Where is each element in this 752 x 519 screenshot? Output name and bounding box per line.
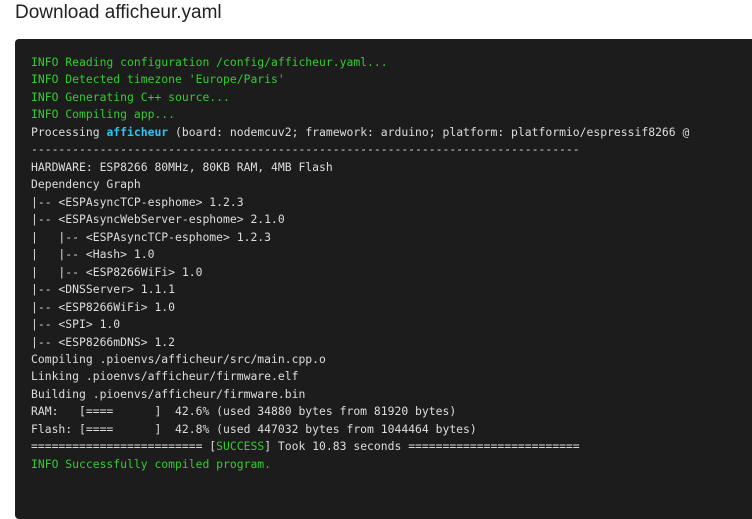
log-text: Building .pioenvs/afficheur/firmware.bin <box>31 386 306 401</box>
log-text: | |-- <ESPAsyncTCP-esphome> 1.2.3 <box>31 229 272 244</box>
log-text: |-- <SPI> 1.0 <box>31 317 121 332</box>
log-line: Building .pioenvs/afficheur/firmware.bin <box>31 386 689 403</box>
log-line: |-- <ESP8266mDNS> 1.2 <box>31 334 689 351</box>
log-line: INFO Compiling app... <box>31 106 689 123</box>
log-text: Compiling .pioenvs/afficheur/src/main.cp… <box>31 351 326 366</box>
log-text: Dependency Graph <box>31 177 141 192</box>
log-line: Processing afficheur (board: nodemcuv2; … <box>31 124 689 141</box>
log-line: INFO Successfully compiled program. <box>31 456 689 473</box>
log-text: |-- <DNSServer> 1.1.1 <box>31 282 176 297</box>
log-text: INFO Generating C++ source... <box>31 89 230 104</box>
log-line: |-- <ESPAsyncTCP-esphome> 1.2.3 <box>31 194 689 211</box>
log-line: INFO Generating C++ source... <box>31 89 689 106</box>
log-line: ----------------------------------------… <box>31 141 689 158</box>
compile-log: INFO Reading configuration /config/affic… <box>31 54 689 473</box>
dialog-title: Download afficheur.yaml <box>15 2 222 23</box>
log-text: INFO Compiling app... <box>31 107 176 122</box>
log-line: RAM: [==== ] 42.6% (used 34880 bytes fro… <box>31 403 689 420</box>
log-line: INFO Detected timezone 'Europe/Paris' <box>31 71 689 88</box>
log-text: |-- <ESP8266WiFi> 1.0 <box>31 299 176 314</box>
log-line: | |-- <ESPAsyncTCP-esphome> 1.2.3 <box>31 229 689 246</box>
log-line: |-- <ESP8266WiFi> 1.0 <box>31 299 689 316</box>
log-text: afficheur <box>106 124 169 139</box>
log-text: Processing <box>31 124 107 139</box>
log-text: ] Took 10.83 seconds ===================… <box>264 439 580 454</box>
log-text: (board: nodemcuv2; framework: arduino; p… <box>168 124 690 139</box>
log-text: ========================= [ <box>31 439 217 454</box>
log-line: Flash: [==== ] 42.8% (used 447032 bytes … <box>31 421 689 438</box>
log-line: INFO Reading configuration /config/affic… <box>31 54 689 71</box>
log-line: | |-- <ESP8266WiFi> 1.0 <box>31 264 689 281</box>
log-text: |-- <ESP8266mDNS> 1.2 <box>31 334 176 349</box>
log-text: INFO Reading configuration /config/affic… <box>31 55 388 69</box>
compile-log-panel[interactable]: INFO Reading configuration /config/affic… <box>15 39 752 519</box>
log-text: HARDWARE: ESP8266 80MHz, 80KB RAM, 4MB F… <box>31 159 333 174</box>
log-text: ----------------------------------------… <box>31 142 580 157</box>
log-line: Linking .pioenvs/afficheur/firmware.elf <box>31 368 689 385</box>
log-text: SUCCESS <box>216 439 265 454</box>
log-line: |-- <ESPAsyncWebServer-esphome> 2.1.0 <box>31 211 689 228</box>
log-text: INFO Successfully compiled program. <box>31 456 272 471</box>
log-line: |-- <SPI> 1.0 <box>31 316 689 333</box>
log-line: |-- <DNSServer> 1.1.1 <box>31 281 689 298</box>
log-text: Linking .pioenvs/afficheur/firmware.elf <box>31 369 299 384</box>
log-text: Flash: [==== ] 42.8% (used 447032 bytes … <box>31 421 477 436</box>
log-text: RAM: [==== ] 42.6% (used 34880 bytes fro… <box>31 404 457 419</box>
log-line: Compiling .pioenvs/afficheur/src/main.cp… <box>31 351 689 368</box>
log-text: |-- <ESPAsyncTCP-esphome> 1.2.3 <box>31 194 244 209</box>
log-text: | |-- <ESP8266WiFi> 1.0 <box>31 264 203 279</box>
log-line: HARDWARE: ESP8266 80MHz, 80KB RAM, 4MB F… <box>31 159 689 176</box>
log-line: | |-- <Hash> 1.0 <box>31 246 689 263</box>
log-text: | |-- <Hash> 1.0 <box>31 247 155 262</box>
log-text: INFO Detected timezone 'Europe/Paris' <box>31 72 285 87</box>
log-text: |-- <ESPAsyncWebServer-esphome> 2.1.0 <box>31 212 285 227</box>
log-line: ========================= [SUCCESS] Took… <box>31 438 689 455</box>
log-line: Dependency Graph <box>31 176 689 193</box>
